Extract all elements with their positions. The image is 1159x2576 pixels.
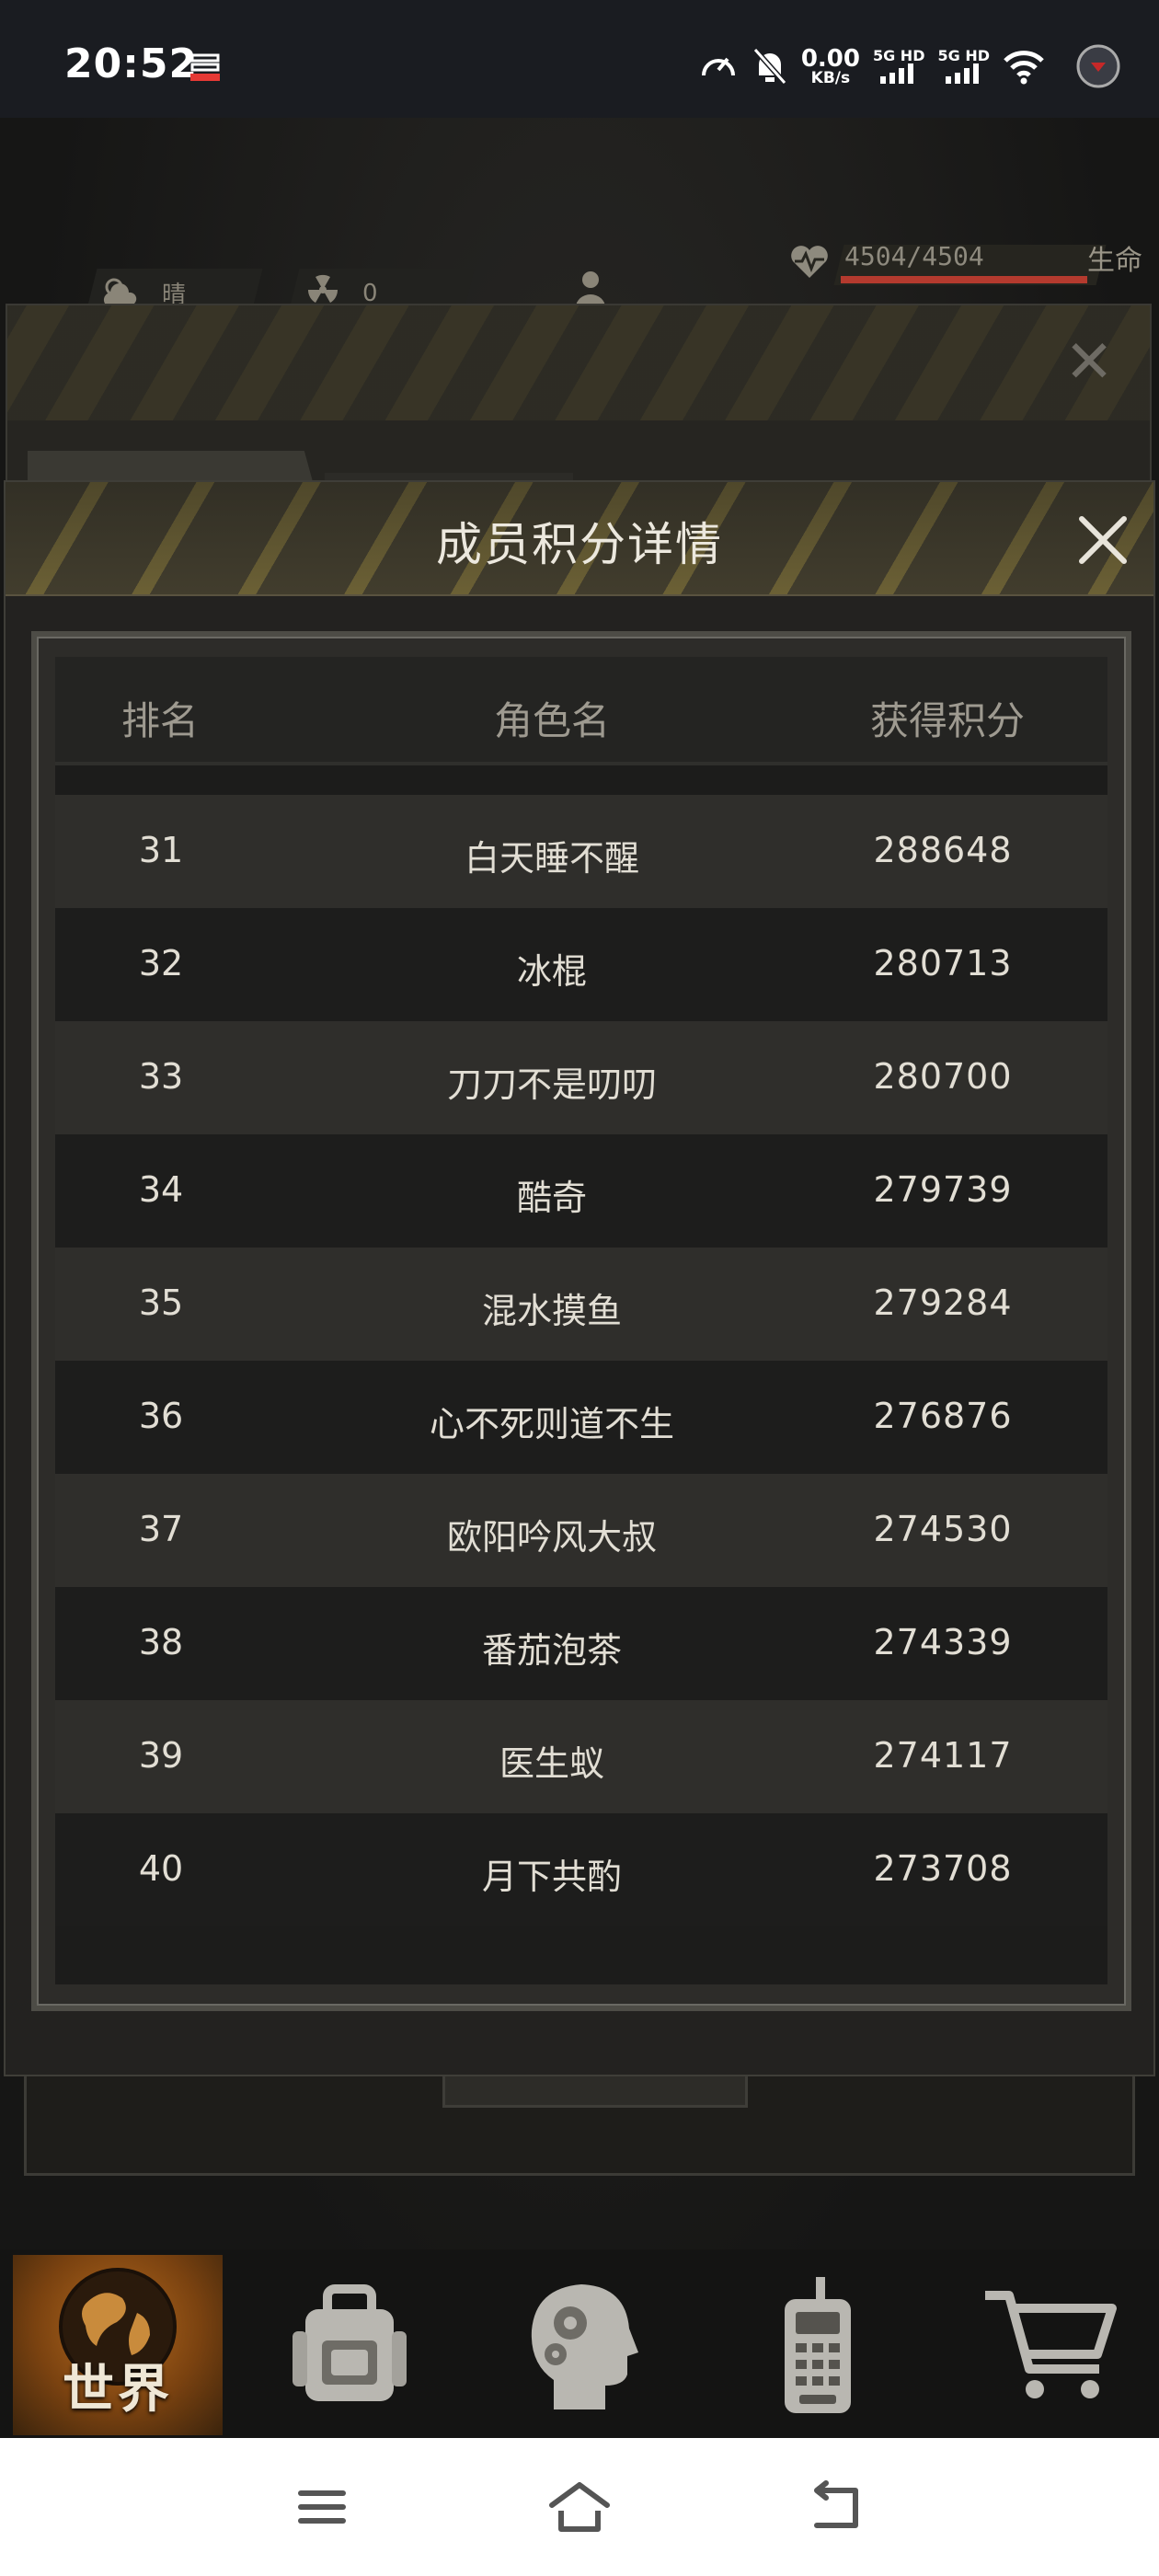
sim2-signal: 5G HD [937, 49, 990, 84]
wifi-icon [1004, 51, 1044, 85]
speedometer-icon [701, 57, 735, 76]
skills-head-icon [531, 2284, 638, 2409]
score-cell: 274117 [873, 1735, 1013, 1776]
nav-world-label: 世界 [63, 2360, 173, 2420]
mute-bell-icon [752, 48, 787, 85]
column-header-score: 获得积分 [869, 698, 1025, 743]
table-row[interactable]: 35 混水摸鱼 279284 [55, 1248, 1107, 1361]
column-header-rank: 排名 [120, 698, 199, 743]
menu-icon [298, 2490, 346, 2524]
net-speed-value: 0.00 [800, 44, 860, 73]
hp-label: 生命 [1087, 245, 1142, 277]
table-row[interactable]: 32 冰棍 280713 [55, 908, 1107, 1021]
ranking-table[interactable]: 排名 角色名 获得积分 31 白天睡不醒 288648 32 冰棍 280713 33 刀刀不… [55, 657, 1107, 1984]
system-nav-bar [0, 2438, 1159, 2576]
backpack-icon [293, 2284, 407, 2401]
name-cell: 刀刀不是叨叨 [446, 1064, 657, 1105]
back-icon [814, 2480, 858, 2528]
rank-cell: 40 [138, 1848, 184, 1889]
sim1-label: 5G HD [872, 47, 925, 64]
name-cell: 心不死则道不生 [429, 1404, 674, 1444]
table-row[interactable]: 37 欧阳吟风大叔 274530 [55, 1474, 1107, 1587]
table-body: 31 白天睡不醒 288648 32 冰棍 280713 33 刀刀不是叨叨 280700 34 酷… [55, 795, 1107, 1926]
radio-icon [785, 2277, 851, 2413]
table-row[interactable]: 39 医生蚁 274117 [55, 1700, 1107, 1813]
score-cell: 279739 [873, 1169, 1013, 1210]
name-cell: 欧阳吟风大叔 [446, 1517, 657, 1558]
ranking-panel: 排名 角色名 获得积分 31 白天睡不醒 288648 32 冰棍 280713 33 刀刀不… [31, 631, 1131, 2011]
hp-value: 4504/4504 [844, 241, 984, 271]
name-cell: 混水摸鱼 [481, 1291, 622, 1331]
background-dialog-header [7, 305, 1150, 420]
score-cell: 274339 [873, 1622, 1013, 1662]
background-dialog-footer [24, 2069, 1135, 2176]
nav-skills[interactable] [476, 2255, 687, 2435]
home-icon [549, 2482, 610, 2532]
score-cell: 273708 [873, 1848, 1013, 1889]
table-row[interactable]: 33 刀刀不是叨叨 280700 [55, 1021, 1107, 1134]
rank-cell: 39 [138, 1735, 184, 1776]
signal-bars-icon [880, 63, 914, 84]
close-icon[interactable] [1073, 510, 1133, 570]
app-notification-icon [190, 53, 220, 81]
game-bottom-nav: 世界 [0, 2249, 1159, 2438]
name-cell: 医生蚁 [499, 1743, 604, 1784]
name-cell: 酷奇 [516, 1178, 587, 1218]
nav-world[interactable]: 世界 [13, 2255, 223, 2435]
hp-panel: 4504/4504 生命 [784, 237, 1142, 289]
status-time: 20:52 [64, 40, 199, 87]
player-icon[interactable] [570, 267, 611, 307]
rank-cell: 33 [138, 1056, 184, 1097]
nav-backpack[interactable] [244, 2255, 455, 2435]
dialog-title: 成员积分详情 [436, 518, 723, 571]
name-cell: 冰棍 [516, 951, 587, 992]
hp-bar-fill [841, 276, 1087, 283]
rank-cell: 38 [138, 1622, 184, 1662]
table-row[interactable]: 38 番茄泡茶 274339 [55, 1587, 1107, 1700]
member-points-dialog: 成员积分详情 排名 角色名 获得积分 31 白天睡不醒 288648 32 冰棍 2807… [4, 480, 1155, 2076]
rank-cell: 31 [138, 830, 184, 870]
score-cell: 280700 [873, 1056, 1013, 1097]
name-cell: 月下共酌 [481, 1857, 622, 1897]
table-row[interactable]: 36 心不死则道不生 276876 [55, 1361, 1107, 1474]
table-row[interactable]: 40 月下共酌 273708 [55, 1813, 1107, 1926]
background-close-icon[interactable]: ✕ [1061, 333, 1117, 392]
status-bar: 20:52 0.00 KB/s 5G HD 5G HD [0, 0, 1159, 118]
heart-pulse-icon [791, 246, 828, 278]
nav-shop[interactable] [944, 2255, 1155, 2435]
score-cell: 279284 [873, 1282, 1013, 1323]
rank-cell: 35 [138, 1282, 184, 1323]
net-speed-unit: KB/s [810, 68, 851, 87]
rank-cell: 32 [138, 943, 184, 983]
rank-cell: 37 [138, 1509, 184, 1549]
menu-button[interactable] [285, 2475, 359, 2539]
column-header-name: 角色名 [493, 698, 610, 743]
battery-app-icon [1076, 44, 1120, 88]
sim2-label: 5G HD [937, 47, 990, 64]
signal-bars-icon [945, 63, 979, 84]
sim1-signal: 5G HD [872, 47, 925, 84]
rank-cell: 36 [138, 1396, 184, 1436]
nav-radio[interactable] [710, 2255, 922, 2435]
name-cell: 白天睡不醒 [464, 838, 639, 879]
score-cell: 280713 [873, 943, 1013, 983]
home-button[interactable] [543, 2475, 616, 2539]
table-header: 排名 角色名 获得积分 [55, 657, 1107, 765]
back-button[interactable] [800, 2475, 874, 2539]
cart-icon [985, 2291, 1117, 2398]
score-cell: 288648 [873, 830, 1013, 870]
table-row[interactable]: 34 酷奇 279739 [55, 1134, 1107, 1248]
name-cell: 番茄泡茶 [481, 1630, 622, 1671]
dialog-header: 成员积分详情 [6, 482, 1153, 596]
rank-cell: 34 [138, 1169, 184, 1210]
status-icons: 0.00 KB/s 5G HD 5G HD [698, 40, 1122, 92]
table-row[interactable]: 31 白天睡不醒 288648 [55, 795, 1107, 908]
score-cell: 274530 [873, 1509, 1013, 1549]
score-cell: 276876 [873, 1396, 1013, 1436]
net-speed: 0.00 KB/s [801, 47, 860, 86]
